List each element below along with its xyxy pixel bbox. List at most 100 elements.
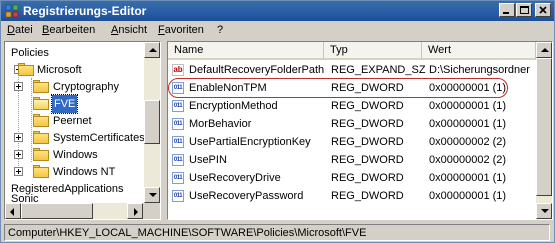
folder-icon — [33, 165, 49, 179]
value-name: UsePartialEncryptionKey — [189, 136, 311, 148]
tree-item-label: Windows — [53, 149, 98, 161]
column-header-name[interactable]: Name — [168, 42, 324, 60]
scroll-thumb[interactable] — [21, 203, 93, 219]
regedit-window: Registrierungs-Editor Datei Bearbeiten A… — [0, 0, 555, 243]
value-row[interactable]: ab DefaultRecoveryFolderPath REG_EXPAND_… — [168, 62, 536, 78]
menu-help[interactable]: ? — [217, 24, 223, 36]
close-icon — [539, 6, 547, 14]
arrow-down-icon — [541, 209, 549, 213]
maximize-button[interactable] — [516, 3, 532, 17]
arrow-right-icon — [134, 208, 138, 216]
value-row[interactable]: 011 UsePartialEncryptionKey REG_DWORD 0x… — [168, 134, 536, 150]
title-bar[interactable]: Registrierungs-Editor — [1, 1, 554, 21]
value-row[interactable]: 011 UseRecoveryDrive REG_DWORD 0x0000000… — [168, 170, 536, 186]
status-bar: Computer\HKEY_LOCAL_MACHINE\SOFTWARE\Pol… — [1, 223, 554, 242]
window-title: Registrierungs-Editor — [23, 4, 147, 18]
key-tree[interactable]: Policies Microsoft Cryptography FVE Peer… — [4, 41, 161, 220]
maximize-icon — [520, 6, 529, 14]
scroll-up-button[interactable] — [536, 42, 552, 58]
scroll-down-button[interactable] — [536, 203, 552, 219]
value-name: EncryptionMethod — [189, 100, 278, 112]
expand-icon[interactable] — [14, 150, 23, 159]
value-data: 0x00000002 (2) — [429, 154, 507, 166]
value-name: UseRecoveryPassword — [189, 190, 304, 202]
values-list[interactable]: Name Typ Wert ab DefaultRecoveryFolderPa… — [167, 41, 553, 220]
value-data: 0x00000001 (1) — [429, 100, 507, 112]
value-data: 0x00000001 (1) — [429, 190, 507, 202]
column-header-type[interactable]: Typ — [324, 42, 422, 60]
list-header: Name Typ Wert — [168, 42, 536, 60]
value-data: D:\Sicherungsordner — [429, 64, 530, 76]
tree-item-label: SystemCertificates — [53, 132, 145, 144]
value-row[interactable]: 011 UsePIN REG_DWORD 0x00000002 (2) — [168, 152, 536, 168]
folder-open-icon — [33, 97, 49, 111]
regedit-icon — [5, 4, 19, 18]
list-vertical-scrollbar[interactable] — [536, 42, 552, 219]
scrollbar-corner — [143, 203, 160, 219]
expand-icon[interactable] — [14, 167, 23, 176]
value-type: REG_DWORD — [331, 154, 404, 166]
dword-value-icon: 011 — [172, 190, 184, 202]
scroll-right-button[interactable] — [127, 203, 143, 219]
menu-bearbeiten[interactable]: Bearbeiten — [42, 24, 95, 36]
arrow-up-icon — [541, 48, 549, 52]
value-type: REG_DWORD — [331, 172, 404, 184]
close-button[interactable] — [535, 3, 551, 17]
tree-vertical-scrollbar[interactable] — [144, 42, 160, 203]
dword-value-icon: 011 — [172, 118, 184, 130]
tree-horizontal-scrollbar[interactable] — [5, 203, 143, 219]
value-type: REG_DWORD — [331, 118, 404, 130]
value-type: REG_EXPAND_SZ — [331, 64, 426, 76]
dword-value-icon: 011 — [172, 82, 184, 94]
scroll-down-button[interactable] — [144, 187, 160, 203]
value-name: UseRecoveryDrive — [189, 172, 281, 184]
expand-icon[interactable] — [14, 133, 23, 142]
value-row[interactable]: 011 EnableNonTPM REG_DWORD 0x00000001 (1… — [168, 80, 536, 96]
dword-value-icon: 011 — [172, 172, 184, 184]
dword-value-icon: 011 — [172, 154, 184, 166]
menu-favoriten[interactable]: Favoriten — [158, 24, 204, 36]
arrow-down-icon — [149, 193, 157, 197]
scroll-up-button[interactable] — [144, 42, 160, 58]
dword-value-icon: 011 — [172, 136, 184, 148]
tree-item-label: Microsoft — [37, 64, 82, 76]
value-name: MorBehavior — [189, 118, 252, 130]
tree-item-label: Cryptography — [53, 81, 120, 93]
menu-bar: Datei Bearbeiten Ansicht Favoriten ? — [1, 21, 554, 40]
tree-line — [31, 78, 32, 162]
tree-item-label: Policies — [11, 47, 49, 59]
folder-icon — [33, 148, 49, 162]
scroll-thumb[interactable] — [144, 100, 160, 144]
tree-item-label: Windows NT — [53, 166, 116, 178]
minimize-button[interactable] — [499, 3, 515, 17]
value-row[interactable]: 011 MorBehavior REG_DWORD 0x00000001 (1) — [168, 116, 536, 132]
string-value-icon: ab — [172, 64, 184, 76]
scroll-left-button[interactable] — [5, 203, 21, 219]
dword-value-icon: 011 — [172, 100, 184, 112]
value-name: DefaultRecoveryFolderPath — [189, 64, 325, 76]
value-type: REG_DWORD — [331, 190, 404, 202]
arrow-up-icon — [149, 48, 157, 52]
folder-icon — [33, 131, 49, 145]
value-data: 0x00000001 (1) — [429, 172, 507, 184]
value-name: UsePIN — [189, 154, 227, 166]
folder-icon — [18, 63, 34, 77]
scroll-thumb[interactable] — [536, 58, 552, 196]
folder-icon — [33, 114, 49, 128]
menu-ansicht[interactable]: Ansicht — [111, 24, 147, 36]
tree-item-label: FVE — [50, 94, 79, 114]
arrow-left-icon — [10, 208, 14, 216]
value-type: REG_DWORD — [331, 136, 404, 148]
value-data: 0x00000002 (2) — [429, 136, 507, 148]
value-name: EnableNonTPM — [189, 82, 267, 94]
value-row[interactable]: 011 EncryptionMethod REG_DWORD 0x0000000… — [168, 98, 536, 114]
expand-icon[interactable] — [14, 82, 23, 91]
value-data: 0x00000001 (1) — [429, 82, 507, 94]
minimize-icon — [503, 12, 509, 14]
value-type: REG_DWORD — [331, 82, 404, 94]
value-type: REG_DWORD — [331, 100, 404, 112]
menu-datei[interactable]: Datei — [7, 24, 33, 36]
value-row[interactable]: 011 UseRecoveryPassword REG_DWORD 0x0000… — [168, 188, 536, 204]
column-header-data[interactable]: Wert — [422, 42, 536, 60]
folder-icon — [33, 80, 49, 94]
